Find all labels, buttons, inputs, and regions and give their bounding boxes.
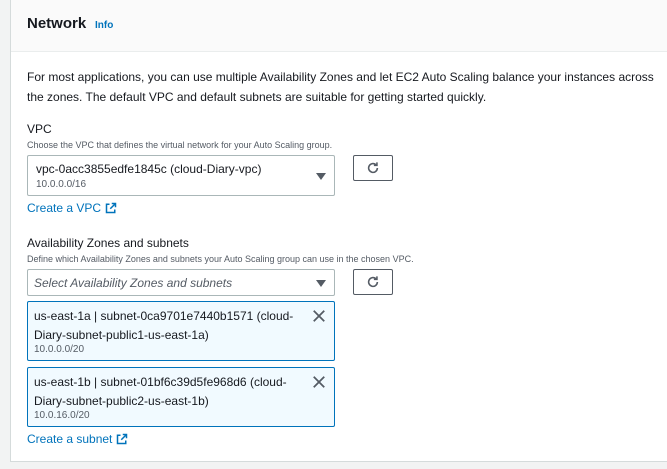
network-panel: Network Info For most applications, you … xyxy=(10,0,667,462)
vpc-label: VPC xyxy=(27,122,52,136)
vpc-selected-value: vpc-0acc3855edfe1845c (cloud-Diary-vpc) xyxy=(36,162,262,176)
az-description: Define which Availability Zones and subn… xyxy=(27,254,414,264)
subnet-token: us-east-1b | subnet-01bf6c39d5fe968d6 (c… xyxy=(27,367,335,427)
subnet-token-cidr: 10.0.0.0/20 xyxy=(34,344,85,355)
close-icon[interactable] xyxy=(312,375,326,389)
create-subnet-label: Create a subnet xyxy=(27,432,113,446)
create-vpc-label: Create a VPC xyxy=(27,201,102,215)
caret-down-icon xyxy=(316,172,326,180)
panel-title: Network xyxy=(27,15,87,32)
external-link-icon xyxy=(105,202,117,214)
external-link-icon xyxy=(117,433,128,445)
panel-header: Network Info xyxy=(11,0,667,52)
vpc-refresh-button[interactable] xyxy=(353,155,393,181)
vpc-description: Choose the VPC that defines the virtual … xyxy=(27,140,333,150)
vpc-select[interactable]: vpc-0acc3855edfe1845c (cloud-Diary-vpc) … xyxy=(27,155,335,196)
refresh-icon xyxy=(367,162,379,174)
caret-down-icon xyxy=(316,279,326,287)
info-link[interactable]: Info xyxy=(95,20,113,31)
network-description: For most applications, you can use multi… xyxy=(27,70,654,104)
subnet-token: us-east-1a | subnet-0ca9701e7440b1571 (c… xyxy=(27,301,335,361)
az-refresh-button[interactable] xyxy=(353,269,393,295)
az-select-placeholder: Select Availability Zones and subnets xyxy=(34,276,233,290)
az-label: Availability Zones and subnets xyxy=(27,236,189,250)
refresh-icon xyxy=(367,276,379,288)
vpc-selected-cidr: 10.0.0.0/16 xyxy=(36,179,87,190)
az-select[interactable]: Select Availability Zones and subnets xyxy=(27,269,335,296)
create-subnet-link[interactable]: Create a subnet xyxy=(27,432,128,446)
subnet-token-cidr: 10.0.16.0/20 xyxy=(34,410,90,421)
subnet-token-label: us-east-1a | subnet-0ca9701e7440b1571 (c… xyxy=(34,309,294,342)
subnet-token-label: us-east-1b | subnet-01bf6c39d5fe968d6 (c… xyxy=(34,375,287,408)
close-icon[interactable] xyxy=(312,309,326,323)
create-vpc-link[interactable]: Create a VPC xyxy=(27,201,117,215)
